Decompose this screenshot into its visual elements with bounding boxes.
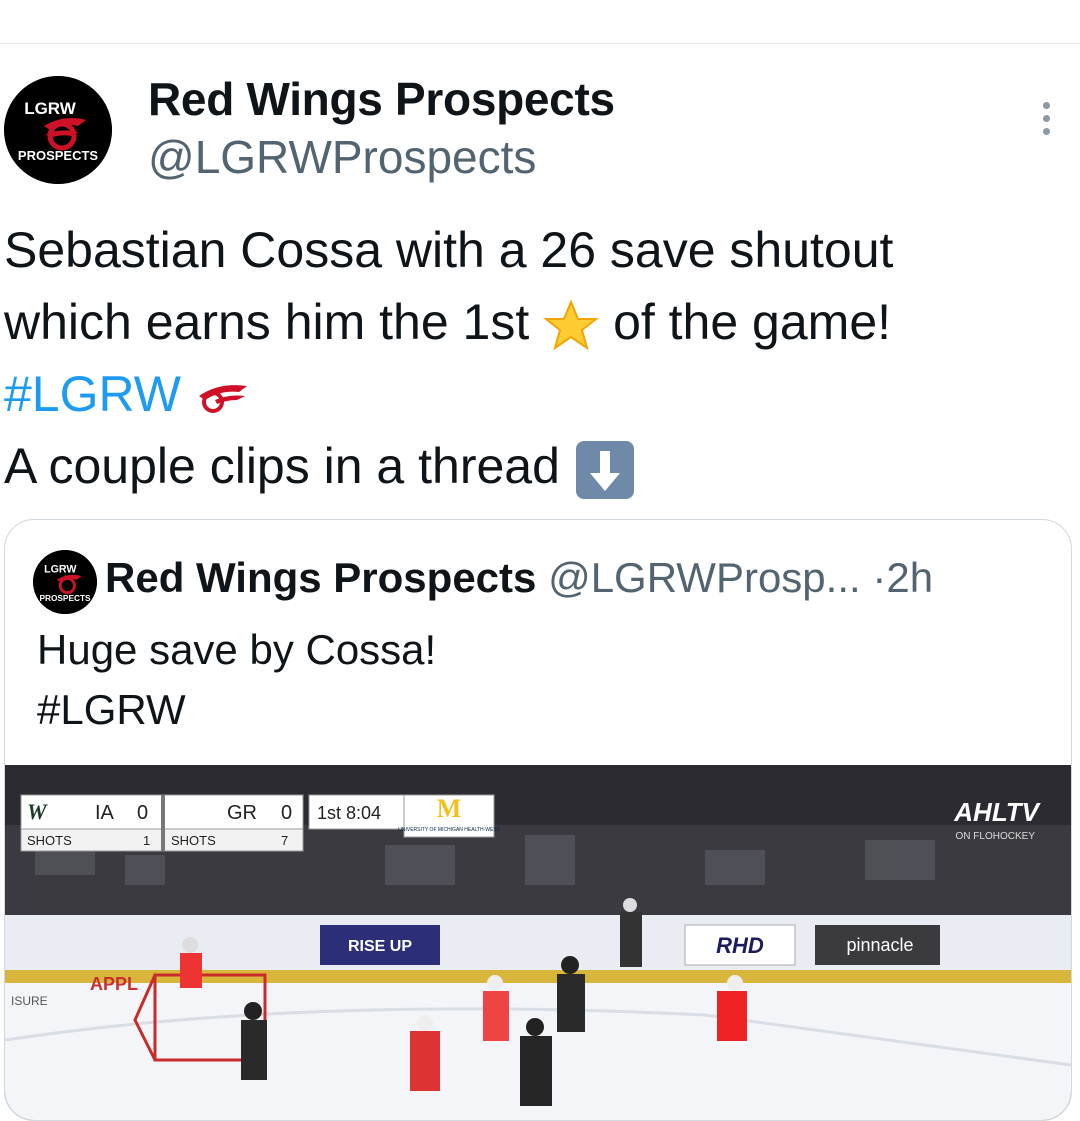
author-avatar[interactable]: LGRW PROSPECTS xyxy=(4,76,112,184)
star-emoji-icon xyxy=(543,299,600,351)
quote-timestamp[interactable]: 2h xyxy=(886,554,933,601)
quote-separator: · xyxy=(872,554,887,601)
tweet-line-2: which earns him the 1st of the game! xyxy=(4,286,1064,358)
svg-text:ON FLOHOCKEY: ON FLOHOCKEY xyxy=(956,831,1036,842)
more-icon[interactable] xyxy=(1038,102,1054,142)
tweet-line-3: #LGRW xyxy=(4,358,1064,430)
tweet-line-4-text: A couple clips in a thread xyxy=(4,438,560,494)
quote-text: Huge save by Cossa! #LGRW xyxy=(37,620,436,740)
quote-author-avatar[interactable]: LGRW PROSPECTS xyxy=(33,550,97,614)
svg-text:AHLTV: AHLTV xyxy=(953,797,1041,827)
svg-text:1st 8:04: 1st 8:04 xyxy=(317,803,381,823)
tweet-line-2-start: which earns him the 1st xyxy=(4,294,530,350)
svg-text:7: 7 xyxy=(281,833,288,848)
svg-text:M: M xyxy=(437,794,462,823)
svg-text:LGRW: LGRW xyxy=(44,564,77,576)
svg-text:UNIVERSITY OF MICHIGAN HEALTH-: UNIVERSITY OF MICHIGAN HEALTH-WEST xyxy=(398,827,500,833)
tweet-line-1: Sebastian Cossa with a 26 save shutout xyxy=(4,222,894,278)
svg-text:IA: IA xyxy=(95,802,115,824)
svg-text:LGRW: LGRW xyxy=(24,99,77,118)
svg-text:APPL: APPL xyxy=(90,974,138,994)
tweet-line-2-end: of the game! xyxy=(613,294,892,350)
quote-author-name[interactable]: Red Wings Prospects xyxy=(105,554,536,601)
quote-hashtag[interactable]: #LGRW xyxy=(37,680,436,740)
svg-text:PROSPECTS: PROSPECTS xyxy=(39,593,91,603)
hockey-video-frame: RISE UP RHD pinnacle ISURE APPL W IA 0 G… xyxy=(5,765,1071,1120)
top-divider xyxy=(0,43,1080,44)
author-handle[interactable]: @LGRWProspects xyxy=(148,130,536,184)
svg-text:1: 1 xyxy=(143,833,150,848)
quote-author-handle[interactable]: @LGRWProsp... xyxy=(548,554,861,601)
red-wings-logo-emoji-icon xyxy=(198,384,247,413)
svg-text:pinnacle: pinnacle xyxy=(846,935,913,955)
quoted-tweet-card[interactable]: LGRW PROSPECTS Red Wings Prospects @LGRW… xyxy=(4,519,1072,1121)
tweet-line-4: A couple clips in a thread xyxy=(4,430,1064,502)
svg-text:PROSPECTS: PROSPECTS xyxy=(18,148,99,163)
down-arrow-emoji-icon xyxy=(575,440,634,499)
quote-line-1: Huge save by Cossa! xyxy=(37,626,437,673)
svg-text:W: W xyxy=(27,799,48,824)
svg-text:SHOTS: SHOTS xyxy=(27,833,72,848)
lgrw-logo-icon: LGRW PROSPECTS xyxy=(4,76,112,184)
svg-text:ISURE: ISURE xyxy=(11,994,48,1008)
hashtag-link[interactable]: #LGRW xyxy=(4,366,181,422)
video-player[interactable]: RISE UP RHD pinnacle ISURE APPL W IA 0 G… xyxy=(5,765,1071,1120)
svg-text:RHD: RHD xyxy=(716,933,764,958)
tweet-text: Sebastian Cossa with a 26 save shutout w… xyxy=(4,214,1064,502)
svg-text:GR: GR xyxy=(227,802,257,824)
lgrw-logo-small-icon: LGRW PROSPECTS xyxy=(33,550,97,614)
svg-text:0: 0 xyxy=(281,802,292,824)
svg-text:0: 0 xyxy=(137,802,148,824)
svg-text:SHOTS: SHOTS xyxy=(171,833,216,848)
author-name[interactable]: Red Wings Prospects xyxy=(148,72,615,126)
quote-header: Red Wings Prospects @LGRWProsp... ·2h xyxy=(105,550,933,606)
svg-text:RISE UP: RISE UP xyxy=(348,938,412,955)
